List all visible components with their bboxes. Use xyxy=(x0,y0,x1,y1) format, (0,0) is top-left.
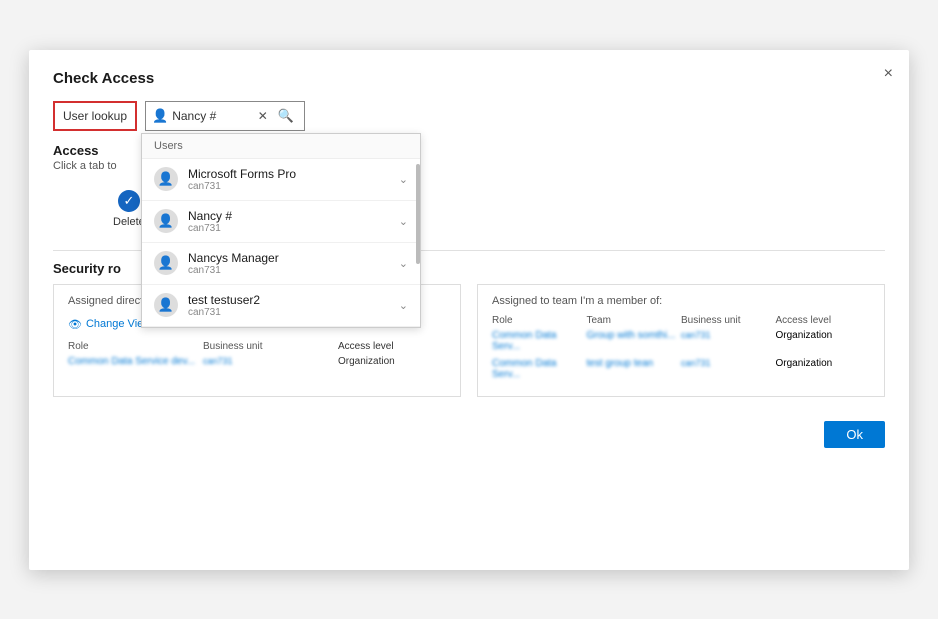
right-cell-bu-1: can731 xyxy=(681,358,776,369)
lookup-input-box[interactable]: 👤 Nancy # ✕ 🔍 xyxy=(145,101,305,131)
dropdown-header: Users xyxy=(142,134,420,159)
chevron-down-icon-3: ⌄ xyxy=(399,299,408,312)
lookup-row: User lookup 👤 Nancy # ✕ 🔍 Users 👤 Micros… xyxy=(53,101,885,131)
user-icon: 👤 xyxy=(152,108,168,124)
dropdown-item-name-3: test testuser2 xyxy=(188,293,399,307)
dropdown-item-3[interactable]: 👤 test testuser2 can731 ⌄ xyxy=(142,285,420,327)
user-dropdown: Users 👤 Microsoft Forms Pro can731 ⌄ 👤 N… xyxy=(141,133,421,328)
avatar-2: 👤 xyxy=(154,251,178,275)
dropdown-item-sub-3: can731 xyxy=(188,307,399,318)
dropdown-item-2[interactable]: 👤 Nancys Manager can731 ⌄ xyxy=(142,243,420,285)
chevron-down-icon-2: ⌄ xyxy=(399,257,408,270)
chevron-down-icon-1: ⌄ xyxy=(399,215,408,228)
right-table-header: Role Team Business unit Access level xyxy=(492,315,870,326)
avatar-3: 👤 xyxy=(154,293,178,317)
modal-title: Check Access xyxy=(53,70,885,87)
dropdown-item-name-0: Microsoft Forms Pro xyxy=(188,167,399,181)
ok-button[interactable]: Ok xyxy=(824,421,885,448)
dropdown-item-info-3: test testuser2 can731 xyxy=(188,293,399,318)
modal-backdrop: Check Access × User lookup 👤 Nancy # ✕ 🔍… xyxy=(0,0,938,619)
dropdown-item-sub-0: can731 xyxy=(188,181,399,192)
col-access-level-right: Access level xyxy=(776,315,871,326)
lookup-search-button[interactable]: 🔍 xyxy=(274,108,298,124)
cell-bu-0: can731 xyxy=(203,356,338,367)
right-cell-access-0: Organization xyxy=(776,330,871,341)
col-team-right: Team xyxy=(587,315,682,326)
check-icon-delete: ✓ xyxy=(118,190,140,212)
col-role-right: Role xyxy=(492,315,587,326)
col-business-unit-left: Business unit xyxy=(203,341,338,352)
col-access-level-left: Access level xyxy=(338,341,446,352)
chevron-down-icon-0: ⌄ xyxy=(399,173,408,186)
dropdown-item-sub-1: can731 xyxy=(188,223,399,234)
dropdown-item-info-2: Nancys Manager can731 xyxy=(188,251,399,276)
lookup-clear-button[interactable]: ✕ xyxy=(256,109,270,123)
dropdown-item-name-1: Nancy # xyxy=(188,209,399,223)
change-view-button[interactable]: 👁 Change View xyxy=(68,318,151,331)
dropdown-item-sub-2: can731 xyxy=(188,265,399,276)
lookup-input-value: Nancy # xyxy=(172,109,252,123)
dropdown-item-0[interactable]: 👤 Microsoft Forms Pro can731 ⌄ xyxy=(142,159,420,201)
dropdown-item-info-1: Nancy # can731 xyxy=(188,209,399,234)
right-cell-role-1: Common Data Serv... xyxy=(492,358,587,380)
cell-access-0: Organization xyxy=(338,356,446,367)
col-role-left: Role xyxy=(68,341,203,352)
dropdown-item-1[interactable]: 👤 Nancy # can731 ⌄ xyxy=(142,201,420,243)
right-cell-access-1: Organization xyxy=(776,358,871,369)
modal-dialog: Check Access × User lookup 👤 Nancy # ✕ 🔍… xyxy=(29,50,909,570)
dropdown-item-name-2: Nancys Manager xyxy=(188,251,399,265)
close-button[interactable]: × xyxy=(884,66,893,82)
dropdown-scrollbar[interactable] xyxy=(416,164,420,264)
right-cell-bu-0: can731 xyxy=(681,330,776,341)
avatar-0: 👤 xyxy=(154,167,178,191)
table-row: Common Data Serv... test group tean can7… xyxy=(492,358,870,380)
user-lookup-label: User lookup xyxy=(53,101,137,131)
right-cell-role-0: Common Data Serv... xyxy=(492,330,587,352)
right-cell-team-0: Group with somthi... xyxy=(587,330,682,341)
left-table-header: Role Business unit Access level xyxy=(68,341,446,352)
cell-role-0: Common Data Service dev... xyxy=(68,356,203,367)
table-row: Common Data Service dev... can731 Organi… xyxy=(68,356,446,367)
footer-row: Ok xyxy=(53,421,885,448)
right-cell-team-1: test group tean xyxy=(587,358,682,369)
table-row: Common Data Serv... Group with somthi...… xyxy=(492,330,870,352)
right-card-subtitle: Assigned to team I'm a member of: xyxy=(492,295,870,307)
col-business-unit-right: Business unit xyxy=(681,315,776,326)
right-table-card: Assigned to team I'm a member of: Role T… xyxy=(477,284,885,397)
avatar-1: 👤 xyxy=(154,209,178,233)
dropdown-item-info-0: Microsoft Forms Pro can731 xyxy=(188,167,399,192)
eye-icon: 👁 xyxy=(68,318,82,331)
